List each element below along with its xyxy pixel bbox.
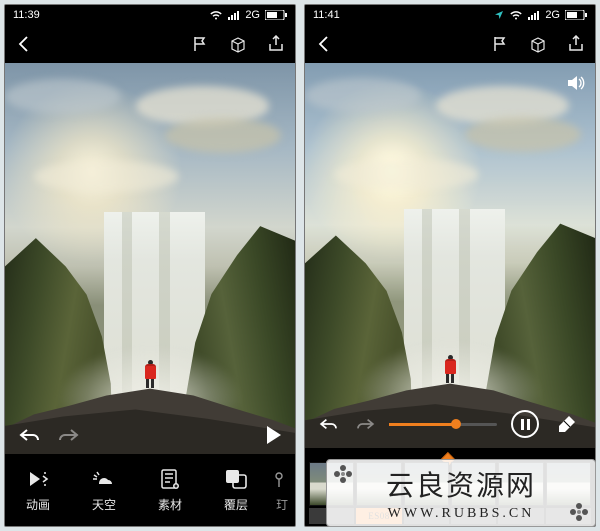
filmstrip-thumb[interactable] [356, 462, 401, 506]
filmstrip-label[interactable] [309, 508, 354, 524]
location-icon [494, 10, 504, 20]
filmstrip-thumb[interactable] [498, 462, 543, 506]
tool-label: 覆层 [224, 496, 248, 513]
top-toolbar [5, 25, 295, 63]
image-canvas[interactable] [5, 63, 295, 454]
filmstrip-thumb[interactable] [404, 462, 449, 506]
undo-button[interactable] [19, 427, 41, 443]
tool-label: 素材 [158, 496, 182, 513]
phone-right: 11:41 2G [304, 4, 596, 527]
tool-sky[interactable]: 天空 [71, 454, 137, 526]
share-icon[interactable] [567, 35, 585, 53]
filmstrip-label[interactable] [546, 508, 591, 524]
eraser-button[interactable] [553, 410, 581, 438]
top-toolbar [305, 25, 595, 63]
status-bar: 11:39 2G [5, 5, 295, 25]
canvas-controls [5, 416, 295, 454]
signal-icon [528, 10, 540, 20]
filmstrip-label[interactable]: ES08 [356, 508, 401, 524]
image-canvas[interactable] [305, 63, 595, 448]
back-button[interactable] [315, 35, 333, 53]
filmstrip-thumb[interactable] [451, 462, 496, 506]
status-time: 11:39 [13, 9, 40, 21]
bottom-toolbar: 动画 天空 素材 覆层 玎 [5, 454, 295, 526]
filmstrip-thumb[interactable] [546, 462, 591, 506]
back-button[interactable] [15, 35, 33, 53]
box-icon[interactable] [229, 35, 247, 53]
tool-animation[interactable]: 动画 [5, 454, 71, 526]
play-button[interactable] [267, 426, 281, 444]
sound-button[interactable] [565, 73, 585, 98]
subject-person [142, 360, 158, 388]
status-network: 2G [245, 9, 260, 21]
filmstrip-labels: ES08 [305, 508, 595, 526]
battery-icon [265, 10, 287, 20]
share-icon[interactable] [267, 35, 285, 53]
status-time: 11:41 [313, 9, 340, 21]
filmstrip-thumb[interactable] [309, 462, 354, 506]
filmstrip: ES08 [305, 448, 595, 526]
status-bar: 11:41 2G [305, 5, 595, 25]
tool-material[interactable]: 素材 [137, 454, 203, 526]
flag-icon[interactable] [491, 35, 509, 53]
signal-icon [228, 10, 240, 20]
undo-button[interactable] [319, 417, 339, 431]
timeline-marker[interactable] [305, 448, 595, 462]
status-network: 2G [545, 9, 560, 21]
sky-icon [91, 468, 117, 490]
redo-button[interactable] [57, 427, 79, 443]
filmstrip-thumbs[interactable] [305, 462, 595, 508]
tool-label: 天空 [92, 496, 116, 513]
tool-more[interactable]: 玎 [269, 454, 295, 526]
flag-icon[interactable] [191, 35, 209, 53]
filmstrip-label[interactable] [404, 508, 449, 524]
timeline-slider[interactable] [389, 423, 497, 426]
animation-icon [26, 468, 50, 490]
status-right: 2G [209, 9, 287, 21]
box-icon[interactable] [529, 35, 547, 53]
tool-overlay[interactable]: 覆层 [203, 454, 269, 526]
wifi-icon [209, 10, 223, 20]
canvas-controls [305, 400, 595, 448]
phone-left: 11:39 2G [4, 4, 296, 527]
wifi-icon [509, 10, 523, 20]
pause-button[interactable] [511, 410, 539, 438]
filmstrip-label[interactable] [451, 508, 496, 524]
redo-button[interactable] [355, 417, 375, 431]
tool-label: 动画 [26, 496, 50, 513]
subject-person [442, 355, 458, 383]
status-right: 2G [494, 9, 587, 21]
filmstrip-label[interactable] [498, 508, 543, 524]
more-icon [275, 468, 289, 490]
material-icon [159, 468, 181, 490]
battery-icon [565, 10, 587, 20]
tool-label: 玎 [276, 496, 288, 513]
overlay-icon [224, 468, 248, 490]
